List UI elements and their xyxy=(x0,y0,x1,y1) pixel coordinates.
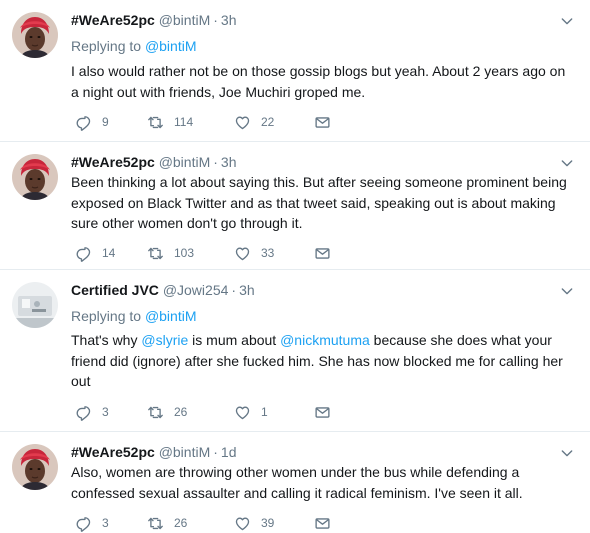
reply-count: 9 xyxy=(102,114,109,129)
display-name[interactable]: #WeAre52pc xyxy=(71,444,155,460)
separator-dot: · xyxy=(213,12,218,28)
like-icon xyxy=(234,404,251,421)
retweet-button[interactable]: 114 xyxy=(147,112,193,132)
avatar-image xyxy=(12,444,58,490)
reply-icon xyxy=(75,515,92,532)
tweet-text-part: That's why xyxy=(71,332,142,348)
reply-icon xyxy=(75,404,92,421)
timestamp[interactable]: 3h xyxy=(221,12,237,28)
tweet-text-part: is mum about xyxy=(188,332,281,348)
mention-link-nickmutuma[interactable]: @nickmutuma xyxy=(280,332,370,348)
separator-dot: · xyxy=(213,154,218,170)
chevron-down-icon[interactable] xyxy=(560,446,574,460)
tweet-header: #WeAre52pc @bintiM · 3h xyxy=(71,11,237,29)
tweet-actions: 9 114 22 xyxy=(71,112,371,132)
like-icon xyxy=(234,114,251,131)
username[interactable]: @Jowi254 xyxy=(163,282,229,298)
reply-mention-link[interactable]: @bintiM xyxy=(145,38,197,54)
like-icon xyxy=(234,515,251,532)
tweet[interactable]: Certified JVC @Jowi254 · 3h Replying to @b… xyxy=(0,270,590,432)
retweet-count: 26 xyxy=(174,404,188,419)
reply-count: 3 xyxy=(102,404,109,419)
direct-message-button[interactable] xyxy=(314,513,331,533)
reply-mention-link[interactable]: @bintiM xyxy=(145,308,197,324)
reply-button[interactable]: 3 xyxy=(75,513,109,533)
tweet-text: That's why @slyrie is mum about @nickmut… xyxy=(71,330,571,392)
replying-to: Replying to @bintiM xyxy=(71,307,197,325)
retweet-icon xyxy=(147,245,164,262)
direct-message-icon xyxy=(314,404,331,421)
like-button[interactable]: 22 xyxy=(234,112,274,132)
like-count: 33 xyxy=(261,245,275,260)
tweet-actions: 14 103 33 xyxy=(71,243,371,263)
separator-dot: · xyxy=(231,282,237,298)
display-name[interactable]: #WeAre52pc xyxy=(71,12,155,28)
display-name[interactable]: Certified JVC xyxy=(71,282,159,298)
chevron-down-icon[interactable] xyxy=(560,284,574,298)
avatar-image xyxy=(12,154,58,200)
reply-icon xyxy=(75,114,92,131)
direct-message-button[interactable] xyxy=(314,402,331,422)
tweet[interactable]: #WeAre52pc @bintiM · 3h Been thinking a lo… xyxy=(0,142,590,270)
like-count: 39 xyxy=(261,515,275,530)
tweet-text: I also would rather not be on those goss… xyxy=(71,63,566,100)
mention-link-slyrie[interactable]: @slyrie xyxy=(141,332,188,348)
display-name[interactable]: #WeAre52pc xyxy=(71,154,155,170)
like-icon xyxy=(234,245,251,262)
tweet-text: Been thinking a lot about saying this. B… xyxy=(71,174,567,231)
like-count: 1 xyxy=(261,404,268,419)
tweet-header: #WeAre52pc @bintiM · 1d xyxy=(71,443,237,461)
timestamp[interactable]: 3h xyxy=(221,154,237,170)
avatar[interactable] xyxy=(12,444,58,490)
reply-button[interactable]: 14 xyxy=(75,243,115,263)
username[interactable]: @bintiM xyxy=(159,154,211,170)
avatar[interactable] xyxy=(12,154,58,200)
chevron-down-icon[interactable] xyxy=(560,14,574,28)
avatar-image xyxy=(12,282,58,328)
reply-count: 14 xyxy=(102,245,116,260)
tweet-actions: 3 26 39 xyxy=(71,513,371,533)
replying-to: Replying to @bintiM xyxy=(71,37,197,55)
timestamp[interactable]: 1d xyxy=(221,444,237,460)
retweet-icon xyxy=(147,515,164,532)
direct-message-icon xyxy=(314,114,331,131)
avatar[interactable] xyxy=(12,12,58,58)
reply-icon xyxy=(75,245,92,262)
chevron-down-icon[interactable] xyxy=(560,156,574,170)
like-count: 22 xyxy=(261,114,275,129)
like-button[interactable]: 33 xyxy=(234,243,274,263)
tweet-text: Also, women are throwing other women und… xyxy=(71,464,523,501)
username[interactable]: @bintiM xyxy=(159,12,211,28)
like-button[interactable]: 1 xyxy=(234,402,268,422)
avatar[interactable] xyxy=(12,282,58,328)
retweet-button[interactable]: 103 xyxy=(147,243,194,263)
tweet-header: Certified JVC @Jowi254 · 3h xyxy=(71,281,255,299)
username[interactable]: @bintiM xyxy=(159,444,211,460)
timestamp[interactable]: 3h xyxy=(239,282,255,298)
direct-message-icon xyxy=(314,515,331,532)
retweet-count: 103 xyxy=(174,245,195,260)
tweet-header: #WeAre52pc @bintiM · 3h xyxy=(71,153,237,171)
direct-message-icon xyxy=(314,245,331,262)
replying-to-label: Replying to xyxy=(71,308,142,324)
separator-dot: · xyxy=(213,444,218,460)
retweet-button[interactable]: 26 xyxy=(147,513,187,533)
tweet[interactable]: #WeAre52pc @bintiM · 3h Replying to @binti… xyxy=(0,0,590,142)
avatar-image xyxy=(12,12,58,58)
reply-button[interactable]: 9 xyxy=(75,112,109,132)
retweet-count: 114 xyxy=(174,114,194,129)
retweet-button[interactable]: 26 xyxy=(147,402,187,422)
retweet-count: 26 xyxy=(174,515,188,530)
retweet-icon xyxy=(147,404,164,421)
like-button[interactable]: 39 xyxy=(234,513,274,533)
retweet-icon xyxy=(147,114,164,131)
reply-count: 3 xyxy=(102,515,109,530)
direct-message-button[interactable] xyxy=(314,243,331,263)
reply-button[interactable]: 3 xyxy=(75,402,109,422)
replying-to-label: Replying to xyxy=(71,38,142,54)
tweet[interactable]: #WeAre52pc @bintiM · 1d Also, women are th… xyxy=(0,432,590,533)
direct-message-button[interactable] xyxy=(314,112,331,132)
tweet-actions: 3 26 1 xyxy=(71,402,371,422)
